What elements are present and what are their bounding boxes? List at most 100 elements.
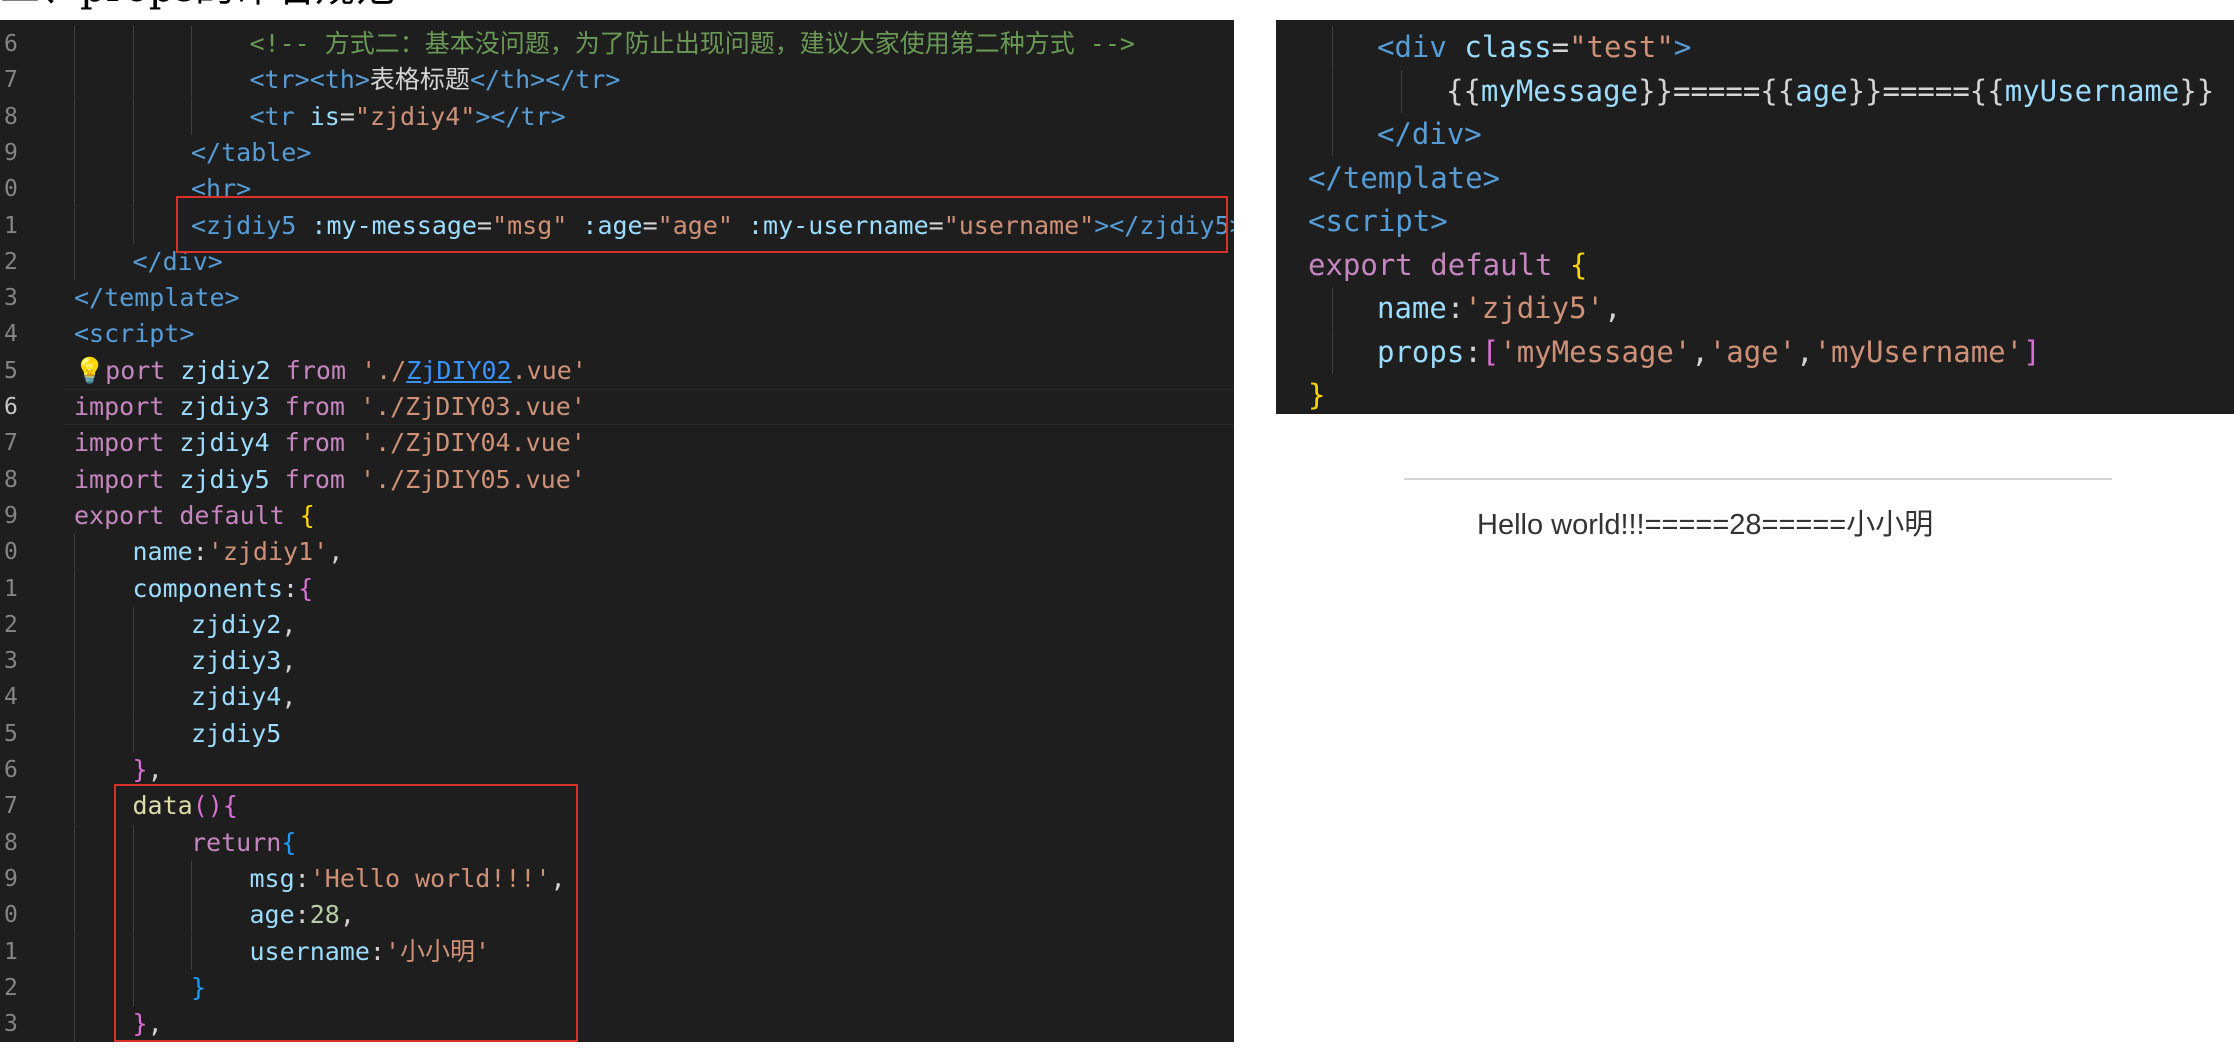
- code-text: import zjdiy5 from './ZjDIY05.vue': [74, 462, 586, 498]
- code-token: myMessage: [1480, 73, 1639, 108]
- code-token: zjdiy3: [179, 392, 270, 421]
- code-token: ,: [1796, 334, 1814, 369]
- code-token: 'zjdiy5': [1464, 291, 1604, 325]
- code-line: 7 <tr><th>表格标题</th></tr>: [0, 62, 1234, 99]
- line-number: 4: [4, 321, 18, 348]
- indent-guide: [74, 969, 75, 1006]
- code-token: }}: [2179, 73, 2215, 108]
- line-number: 7: [4, 67, 18, 94]
- indent-guide: [1332, 26, 1333, 69]
- code-text: props:['myMessage','age','myUsername']: [1377, 331, 2041, 374]
- code-token: :: [192, 537, 208, 567]
- code-token: import: [74, 428, 165, 458]
- indent-guide: [74, 534, 75, 571]
- code-line: 6 <!-- 方式二：基本没问题，为了防止出现问题，建议大家使用第二种方式 -->: [0, 26, 1234, 62]
- line-number: 3: [4, 1011, 18, 1038]
- code-line: 6 import zjdiy3 from './ZjDIY03.vue': [0, 389, 1234, 425]
- right-code-editor[interactable]: <div class="test"> {{myMessage}}====={{ag…: [1276, 20, 2234, 414]
- code-token: name: [132, 537, 193, 567]
- line-number: 3: [4, 648, 18, 675]
- code-text: <!-- 方式二：基本没问题，为了防止出现问题，建议大家使用第二种方式 -->: [250, 26, 1135, 62]
- indent-guide: [132, 207, 134, 244]
- code-token: class: [1464, 30, 1552, 64]
- line-number: 2: [4, 974, 18, 1001]
- line-number: 1: [4, 575, 18, 602]
- code-token: export: [1308, 247, 1413, 282]
- code-line: 4 <script>: [0, 316, 1234, 352]
- line-number: 3: [4, 285, 18, 312]
- code-token: port: [105, 355, 166, 385]
- code-text: </template>: [1308, 157, 1500, 200]
- indent-guide: [74, 643, 75, 680]
- code-token: <script>: [1308, 204, 1448, 238]
- code-token: :: [1446, 291, 1465, 325]
- indent-guide: [74, 243, 75, 280]
- line-number: 5: [4, 357, 18, 384]
- code-token: zjdiy5: [191, 718, 282, 748]
- code-text: export default {: [1308, 244, 1587, 287]
- code-token: {{: [1446, 73, 1481, 108]
- line-number: 1: [4, 938, 18, 965]
- code-token: }: [1308, 378, 1326, 412]
- line-number: 1: [4, 212, 18, 239]
- indent-guide: [191, 62, 192, 99]
- code-token: ,: [1691, 334, 1709, 369]
- line-number: 6: [4, 757, 18, 783]
- code-text: <script>: [74, 316, 194, 352]
- code-token: zjdiy4: [191, 682, 282, 712]
- code-text: zjdiy4,: [191, 679, 296, 715]
- code-token: './ZjDIY05.vue': [360, 464, 586, 494]
- indent-guide: [74, 933, 75, 970]
- indent-guide: [132, 62, 134, 99]
- code-token: 'age': [1708, 334, 1797, 369]
- indent-guide: [132, 606, 134, 643]
- code-token: zjdiy5: [179, 464, 270, 494]
- code-token: }}====={{: [1847, 73, 2005, 108]
- indent-guide: [74, 824, 75, 861]
- code-token: <tr><th>: [249, 65, 370, 95]
- code-text: import zjdiy4 from './ZjDIY04.vue': [74, 425, 586, 461]
- line-number: 8: [4, 829, 18, 856]
- indent-guide: [1401, 69, 1402, 113]
- code-line: 3 </template>: [0, 280, 1234, 316]
- code-token: './: [361, 355, 407, 385]
- code-token: <script>: [74, 319, 195, 349]
- indent-guide: [1332, 69, 1333, 113]
- code-line: 2 zjdiy2,: [0, 606, 1234, 643]
- code-token: ,: [1604, 291, 1622, 325]
- code-token: </template>: [1308, 160, 1501, 195]
- code-text: zjdiy2,: [191, 607, 296, 643]
- code-token: =: [339, 101, 355, 131]
- code-token: }}====={{: [1638, 73, 1796, 108]
- code-token: default: [179, 500, 285, 530]
- indent-guide: [74, 1006, 75, 1042]
- code-text: </div>: [1377, 113, 1482, 156]
- indent-guide: [1332, 330, 1333, 374]
- code-token: from: [285, 355, 347, 385]
- line-number: 2: [4, 248, 18, 275]
- code-token: ,: [281, 609, 297, 639]
- indent-guide: [74, 860, 75, 897]
- code-token: is: [309, 101, 340, 131]
- code-line: <script>: [1276, 200, 2234, 243]
- line-number: 0: [4, 176, 18, 203]
- indent-guide: [132, 171, 134, 208]
- code-token[interactable]: ZjDIY02: [406, 356, 511, 385]
- indent-guide: [74, 752, 75, 788]
- highlight-box-component-usage: [176, 196, 1228, 253]
- code-token: import: [74, 464, 165, 494]
- code-token: default: [1430, 247, 1553, 282]
- line-number: 7: [4, 793, 18, 820]
- code-line: 5 zjdiy5: [0, 715, 1234, 752]
- code-text: 💡port zjdiy2 from './ZjDIY02.vue': [74, 353, 587, 389]
- code-token: <tr: [249, 101, 310, 131]
- code-token: [: [1481, 334, 1500, 369]
- line-number: 9: [4, 139, 18, 166]
- line-number: 6: [4, 394, 18, 420]
